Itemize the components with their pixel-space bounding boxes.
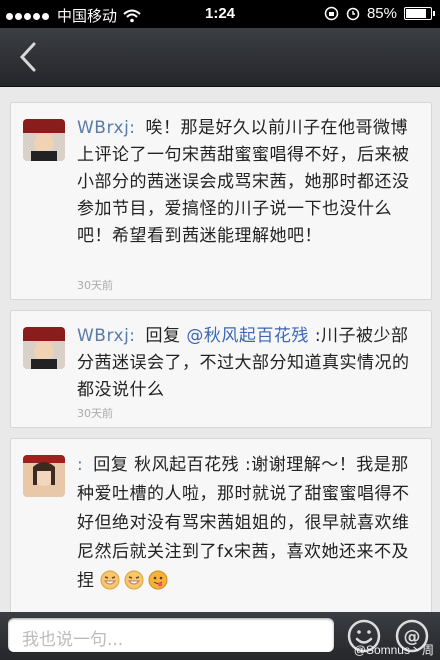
- comment-username[interactable]: WBrxj:: [77, 118, 136, 138]
- comment-list[interactable]: WBrxj: 唉！那是好久以前川子在他哥微博上评论了一句宋茜甜蜜蜜唱得不好，后来被…: [0, 87, 440, 612]
- avatar[interactable]: [23, 455, 65, 497]
- battery-percent: 85%: [366, 5, 397, 22]
- comment-body: WBrxj: 回复 @秋风起百花残 :川子被少部分茜迷误会了，不过大部分知道真实情…: [77, 323, 421, 404]
- watermark: @Somnus丶周: [353, 643, 434, 657]
- grin-emoji-icon: [100, 570, 120, 590]
- mention-link[interactable]: @秋风起百花残: [186, 326, 309, 346]
- grin-emoji-icon: [124, 570, 144, 590]
- navigation-bar: [0, 28, 440, 87]
- back-button[interactable]: [10, 36, 50, 78]
- battery-icon: [404, 7, 435, 20]
- comment-time: 30天前: [77, 279, 113, 292]
- chevron-left-icon: [19, 42, 36, 72]
- comment-username[interactable]: :: [77, 455, 83, 475]
- comment-input-placeholder: 我也说一句...: [22, 630, 124, 650]
- rotation-lock-icon: [324, 6, 339, 21]
- comment-body: WBrxj: 唉！那是好久以前川子在他哥微博上评论了一句宋茜甜蜜蜜唱得不好，后来被…: [77, 115, 421, 250]
- tongue-emoji-icon: [148, 570, 168, 590]
- status-bar: 中国移动 1:24 85%: [0, 0, 440, 28]
- comment-card[interactable]: WBrxj: 回复 @秋风起百花残 :川子被少部分茜迷误会了，不过大部分知道真实情…: [10, 310, 432, 428]
- avatar-image: [23, 327, 65, 369]
- comment-body: : 回复 秋风起百花残 :谢谢理解～！我是那种爱吐槽的人啦，那时就说了甜蜜蜜唱得不…: [77, 451, 421, 596]
- comment-card[interactable]: : 回复 秋风起百花残 :谢谢理解～！我是那种爱吐槽的人啦，那时就说了甜蜜蜜唱得不…: [10, 438, 432, 612]
- avatar-image: [23, 455, 65, 497]
- comment-time: 30天前: [77, 407, 113, 420]
- comment-card[interactable]: WBrxj: 唉！那是好久以前川子在他哥微博上评论了一句宋茜甜蜜蜜唱得不好，后来被…: [10, 102, 432, 300]
- comment-input-bar: 我也说一句... @ @Somnus丶周: [0, 612, 440, 660]
- avatar[interactable]: [23, 119, 65, 161]
- comment-username[interactable]: WBrxj:: [77, 326, 136, 346]
- reply-prefix: 回复: [145, 326, 181, 346]
- avatar-image: [23, 119, 65, 161]
- comment-input[interactable]: 我也说一句...: [8, 618, 334, 652]
- avatar[interactable]: [23, 327, 65, 369]
- alarm-icon: [346, 7, 360, 21]
